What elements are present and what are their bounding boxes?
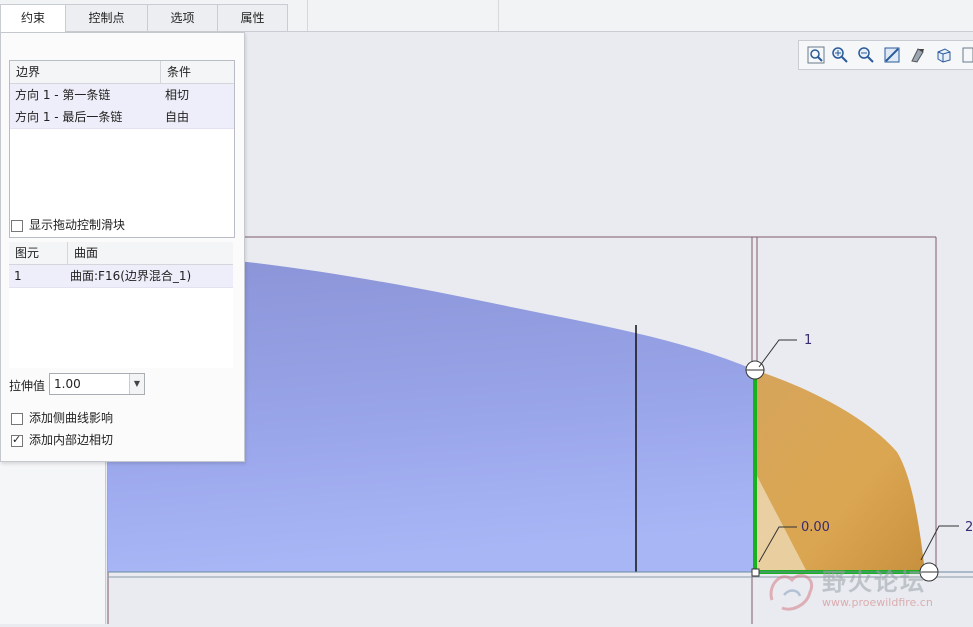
boundary-cell: 方向 1 - 最后一条链 — [15, 110, 123, 124]
table-row[interactable]: 方向 1 - 最后一条链 自由 — [10, 106, 234, 129]
value-label[interactable]: 0.00 — [801, 520, 830, 535]
stretch-value-input[interactable]: 1.00 ▼ — [49, 373, 145, 395]
add-side-curve-label: 添加侧曲线影响 — [29, 411, 114, 425]
tab-control-points[interactable]: 控制点 — [65, 4, 148, 31]
col-surface-header[interactable]: 曲面 — [68, 242, 233, 264]
watermark-logo-icon — [769, 574, 814, 611]
stretch-value: 1.00 — [54, 377, 81, 391]
boundary-cell: 方向 1 - 第一条链 — [15, 88, 111, 102]
tab-label: 约束 — [20, 11, 45, 25]
divider — [307, 0, 308, 31]
repaint-icon[interactable] — [883, 46, 901, 64]
leader-line-1 — [758, 339, 797, 368]
add-side-curve-checkbox[interactable] — [11, 413, 23, 425]
zoom-fit-icon[interactable] — [807, 46, 825, 64]
tab-constraints[interactable]: 约束 — [0, 4, 66, 33]
watermark-url: www.proewildfire.cn — [822, 596, 933, 609]
divider — [498, 0, 499, 31]
watermark-brand: 野火论坛 — [822, 568, 926, 596]
col-element-header[interactable]: 图元 — [9, 242, 67, 264]
tab-properties[interactable]: 属性 — [217, 4, 288, 31]
table-header: 边界 条件 — [10, 61, 234, 84]
condition-cell[interactable]: 相切 — [160, 84, 235, 106]
stretch-handle[interactable] — [751, 568, 760, 577]
tab-bar: 约束 控制点 选项 属性 — [0, 0, 973, 33]
label-2: 2 — [965, 520, 973, 535]
view-cube-icon[interactable] — [935, 46, 953, 64]
table-row[interactable]: 1 曲面:F16(边界混合_1) — [9, 265, 233, 288]
zoom-in-icon[interactable] — [831, 46, 849, 64]
show-drag-handles-label: 显示拖动控制滑块 — [29, 218, 126, 232]
label-1: 1 — [804, 333, 812, 348]
more-icon[interactable] — [961, 46, 973, 64]
surface-cell: 曲面:F16(边界混合_1) — [70, 269, 192, 283]
boundary-conditions-table: 边界 条件 方向 1 - 第一条链 相切 方向 1 - 最后一条链 自由 — [9, 60, 235, 238]
col-condition-header[interactable]: 条件 — [161, 61, 234, 83]
zoom-out-icon[interactable] — [857, 46, 875, 64]
tab-label: 属性 — [240, 11, 265, 25]
tab-options[interactable]: 选项 — [147, 4, 218, 31]
tab-label: 选项 — [170, 11, 195, 25]
watermark: 野火论坛 www.proewildfire.cn — [762, 556, 973, 624]
col-boundary-header[interactable]: 边界 — [10, 61, 160, 83]
table-header: 图元 曲面 — [9, 242, 233, 265]
table-row[interactable]: 方向 1 - 第一条链 相切 — [10, 84, 234, 107]
condition-cell[interactable]: 自由 — [160, 106, 235, 128]
chevron-down-icon[interactable]: ▼ — [129, 374, 144, 394]
tab-label: 控制点 — [88, 11, 125, 25]
constraints-panel: 边界 条件 方向 1 - 第一条链 相切 方向 1 - 最后一条链 自由 显示拖… — [0, 32, 245, 462]
leader-line-2 — [920, 525, 959, 561]
add-inner-tangent-checkbox[interactable] — [11, 433, 23, 447]
add-inner-tangent-label: 添加内部边相切 — [29, 433, 114, 447]
display-style-icon[interactable] — [909, 46, 927, 64]
show-drag-handles-checkbox[interactable] — [11, 220, 23, 232]
stretch-label: 拉伸值 — [9, 379, 46, 393]
element-cell: 1 — [14, 269, 22, 283]
graphics-toolbar — [798, 40, 973, 70]
element-surface-table: 图元 曲面 1 曲面:F16(边界混合_1) — [9, 242, 233, 368]
